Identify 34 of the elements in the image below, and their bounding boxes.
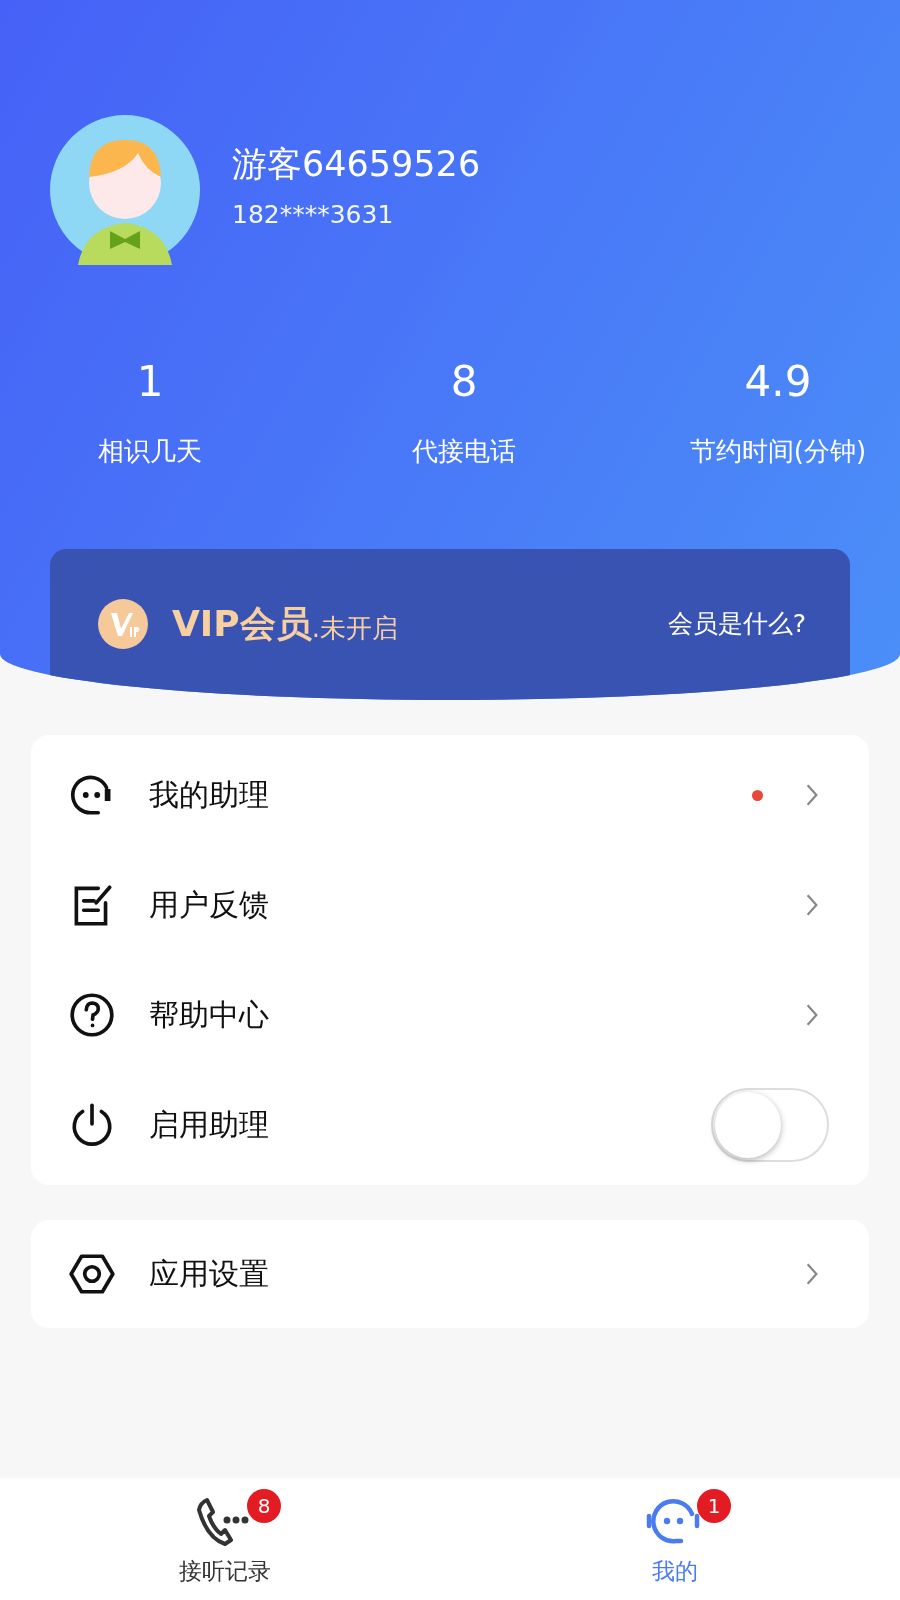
count-badge: 1 [697,1489,731,1523]
menu-item[interactable]: 用户反馈 [31,850,869,960]
chevron-icon [805,893,819,917]
user-name: 游客64659526 [232,143,481,186]
chevron-icon [805,783,819,807]
help-icon [67,990,117,1040]
phone-number: 182****3631 [232,200,395,229]
toggle-row[interactable]: 启用助理 [31,1070,869,1180]
nav-tab[interactable]: 8 接听记录 [140,1478,310,1600]
stat-label: 节约时间(分钟) [689,435,867,468]
stat-value: 4.9 [744,357,812,406]
vip-card[interactable]: VIP会员.未开启 会员是什么? [50,549,850,700]
chevron-icon [805,1003,819,1027]
nav-tab[interactable]: 1 我的 [590,1478,760,1600]
vip-info-link[interactable]: 会员是什么? [667,599,806,649]
vip-status: .未开启 [311,613,398,645]
menu-label: 帮助中心 [149,995,269,1034]
menu-label: 应用设置 [149,1254,269,1293]
menu-item[interactable]: 帮助中心 [31,960,869,1070]
stat-value: 1 [136,357,164,406]
stat-label: 相识几天 [98,435,202,468]
stat-label: 代接电话 [412,435,516,468]
menu-label: 启用助理 [149,1105,269,1144]
vip-icon [98,599,148,649]
vip-title: VIP会员 [172,602,312,646]
tab-label: 接听记录 [179,1557,271,1586]
menu-label: 用户反馈 [149,885,269,924]
menu-label: 我的助理 [149,775,269,814]
count-badge: 8 [247,1489,281,1523]
settings-item[interactable]: 应用设置 [31,1220,869,1328]
menu-item[interactable]: 我的助理 [31,740,869,850]
chevron-icon [805,1262,819,1286]
stat-value: 8 [450,357,478,406]
tab-label: 我的 [652,1557,698,1586]
